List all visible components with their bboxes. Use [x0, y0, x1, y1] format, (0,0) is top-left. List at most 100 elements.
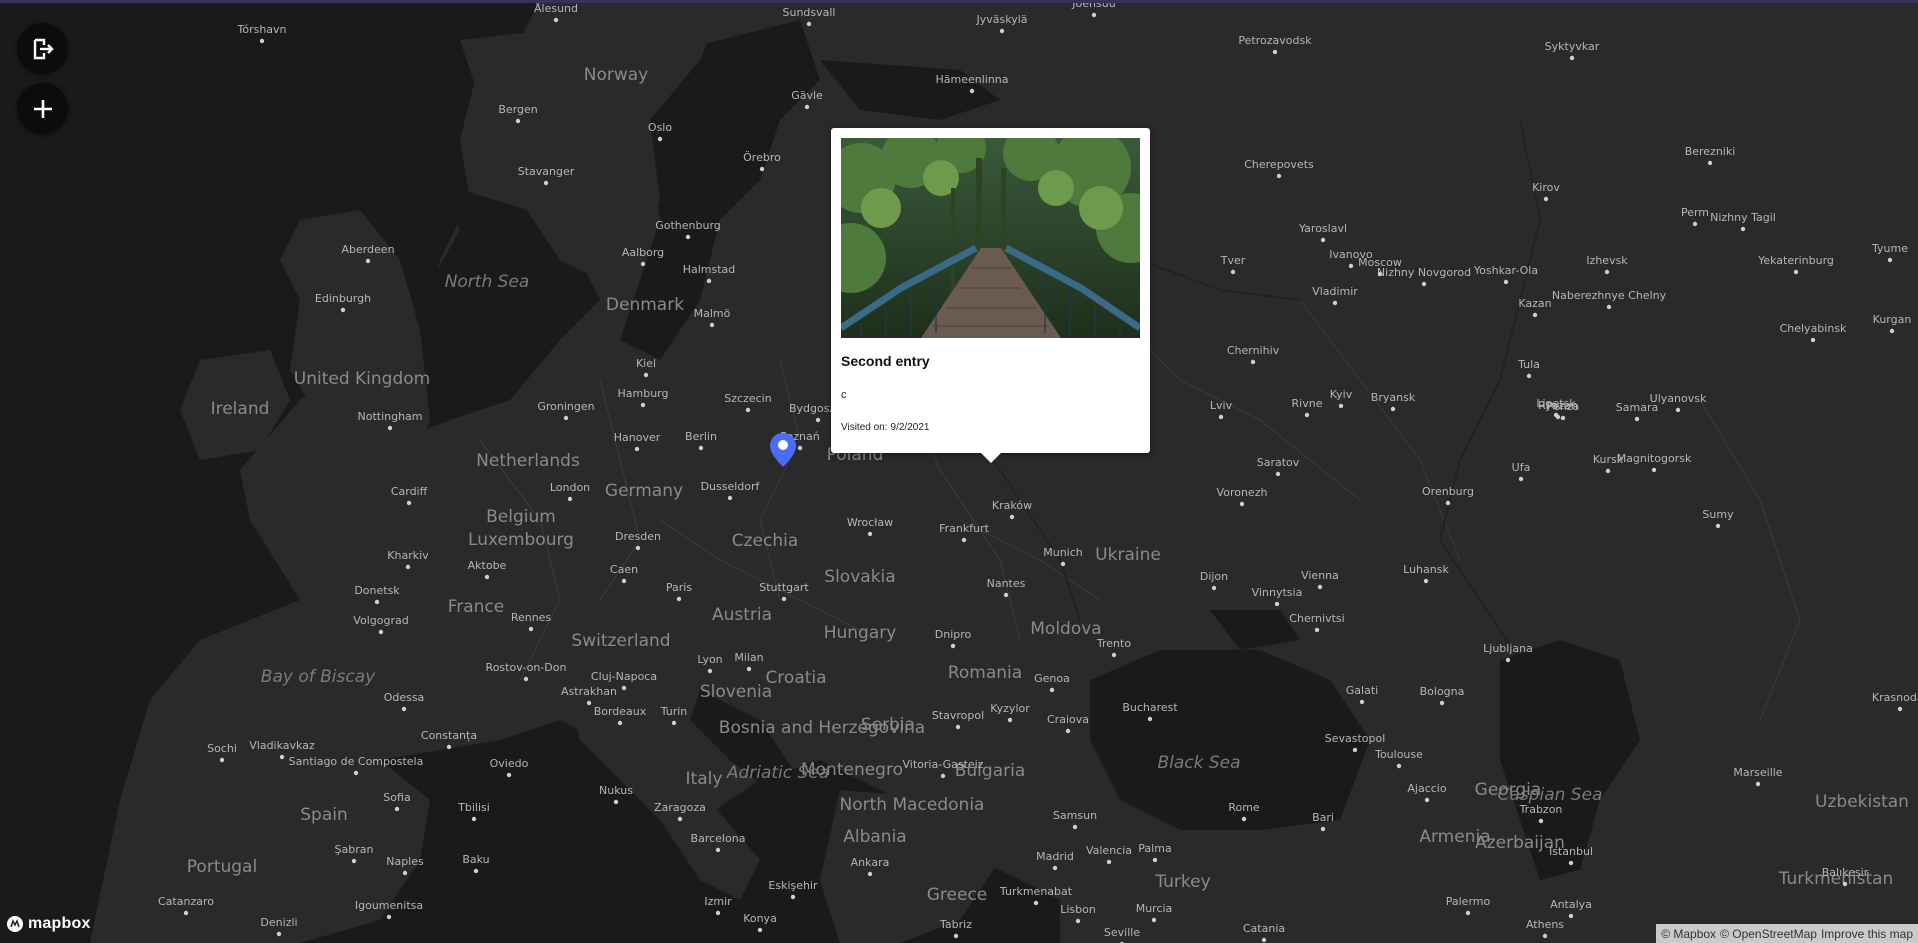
city-label: Tbilisi — [457, 801, 490, 814]
entry-popup[interactable]: Second entry c Visited on: 9/2/2021 — [831, 128, 1150, 463]
logout-icon — [33, 38, 54, 59]
city-dot — [745, 407, 751, 413]
city-dot — [378, 629, 384, 635]
city-label: Igoumenitsa — [355, 899, 423, 912]
city-label: Cherepovets — [1244, 158, 1314, 171]
country-label: Greece — [927, 885, 988, 905]
city-label: Perm — [1681, 206, 1709, 219]
attribution-osm-link[interactable]: © OpenStreetMap — [1720, 927, 1817, 941]
country-label: Belgium — [486, 507, 556, 527]
city-dot — [1842, 881, 1848, 887]
city-label: Bergen — [498, 103, 537, 116]
city-label: Baku — [462, 853, 489, 866]
city-dot — [1272, 49, 1278, 55]
city-dot — [746, 666, 752, 672]
city-dot — [1505, 657, 1511, 663]
city-dot — [1423, 578, 1429, 584]
city-dot — [340, 307, 346, 313]
city-label: Chernihiv — [1227, 344, 1280, 357]
attribution-improve-link[interactable]: Improve this map — [1821, 927, 1913, 941]
city-dot — [804, 104, 810, 110]
city-dot — [1250, 359, 1256, 365]
city-dot — [484, 574, 490, 580]
city-dot — [1445, 500, 1451, 506]
city-label: Bordeaux — [594, 705, 647, 718]
city-dot — [1692, 221, 1698, 227]
city-label: Kraków — [992, 499, 1032, 512]
city-dot — [634, 446, 640, 452]
country-label: Romania — [948, 663, 1022, 683]
country-label: Ukraine — [1095, 545, 1161, 565]
city-label: Nizhny Tagil — [1710, 211, 1776, 224]
city-label: Trento — [1096, 637, 1131, 650]
city-dot — [1230, 269, 1236, 275]
city-dot — [1275, 471, 1281, 477]
city-label: Gothenburg — [655, 219, 721, 232]
city-label: Saratov — [1257, 456, 1300, 469]
city-dot — [643, 372, 649, 378]
city-label: Paris — [666, 581, 692, 594]
city-label: Syktyvkar — [1545, 40, 1600, 53]
city-dot — [1390, 406, 1396, 412]
logout-button[interactable] — [17, 23, 68, 74]
city-label: Frankfurt — [939, 522, 989, 535]
city-dot — [867, 531, 873, 537]
popup-tip — [981, 453, 1001, 463]
map-marker[interactable] — [769, 432, 797, 468]
city-label: Stavropol — [932, 709, 984, 722]
entry-description: c — [841, 389, 847, 401]
city-label: Yoshkar-Ola — [1473, 264, 1538, 277]
city-dot — [183, 910, 189, 916]
city-label: Ulyanovsk — [1650, 392, 1707, 405]
city-dot — [1518, 476, 1524, 482]
city-label: Bryansk — [1371, 391, 1416, 404]
city-label: Penza — [1547, 400, 1580, 413]
plus-icon — [33, 99, 52, 118]
city-dot — [528, 626, 534, 632]
city-label: Rome — [1228, 801, 1260, 814]
mapbox-icon — [7, 916, 23, 932]
city-dot — [394, 806, 400, 812]
city-dot — [955, 724, 961, 730]
city-dot — [1465, 910, 1471, 916]
city-label: Craiova — [1047, 713, 1089, 726]
city-dot — [1151, 917, 1157, 923]
city-dot — [473, 868, 479, 874]
city-dot — [1152, 857, 1158, 863]
country-label: Luxembourg — [468, 530, 574, 550]
city-label: Marseille — [1733, 766, 1782, 779]
city-dot — [1526, 373, 1532, 379]
city-dot — [759, 166, 765, 172]
city-label: Hamburg — [618, 387, 669, 400]
city-dot — [1560, 415, 1566, 421]
city-label: Sofia — [383, 791, 410, 804]
city-label: Donetsk — [354, 584, 400, 597]
city-dot — [1320, 826, 1326, 832]
city-dot — [1715, 523, 1721, 529]
city-label: Chernivtsi — [1289, 612, 1344, 625]
city-dot — [950, 643, 956, 649]
city-label: Wrocław — [847, 516, 893, 529]
city-dot — [1396, 763, 1402, 769]
city-dot — [1320, 237, 1326, 243]
city-dot — [1359, 699, 1365, 705]
city-dot — [1503, 279, 1509, 285]
mapbox-wordmark: mapbox — [28, 915, 91, 932]
city-label: Tórshavn — [236, 23, 286, 36]
city-label: Bucharest — [1122, 701, 1178, 714]
city-label: Hanover — [614, 431, 661, 444]
city-label: Sumy — [1702, 508, 1734, 521]
country-label: Spain — [300, 805, 348, 825]
city-dot — [621, 685, 627, 691]
city-dot — [1532, 312, 1538, 318]
city-dot — [219, 757, 225, 763]
city-label: Istanbul — [1549, 845, 1593, 858]
city-label: Jyväskylä — [975, 13, 1027, 26]
city-label: Lviv — [1210, 399, 1233, 412]
attribution-mapbox-link[interactable]: © Mapbox — [1661, 927, 1716, 941]
city-label: Lisbon — [1060, 903, 1096, 916]
add-entry-button[interactable] — [17, 83, 68, 134]
city-label: Naples — [386, 855, 424, 868]
city-label: Samsun — [1053, 809, 1097, 822]
mapbox-logo[interactable]: mapbox — [6, 915, 91, 933]
